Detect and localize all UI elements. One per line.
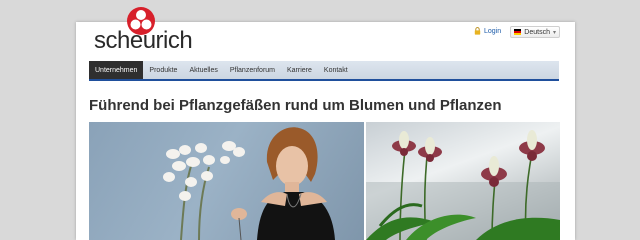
login-label: Login [484, 27, 502, 35]
nav-item-pflanzenforum[interactable]: Pflanzenforum [224, 61, 281, 79]
chevron-down-icon: ▾ [552, 29, 556, 36]
orchid-illustration [366, 130, 560, 240]
page-container: scheurich Login Deutsch ▾ Unternehmen Pr… [76, 7, 575, 240]
nav-item-karriere[interactable]: Karriere [281, 61, 318, 79]
hero-image-illustration [163, 127, 335, 240]
nav-item-produkte[interactable]: Produkte [143, 61, 183, 79]
main-nav: Unternehmen Produkte Aktuelles Pflanzenf… [89, 61, 559, 81]
page-headline: Führend bei Pflanzgefäßen rund um Blumen… [89, 97, 502, 114]
login-link[interactable]: Login [474, 27, 501, 35]
brand-logo-text[interactable]: scheurich [94, 27, 193, 55]
hero-image-orchids [366, 122, 560, 240]
lock-icon [474, 27, 481, 35]
nav-item-aktuelles[interactable]: Aktuelles [183, 61, 223, 79]
language-label: Deutsch [524, 28, 550, 36]
nav-item-kontakt[interactable]: Kontakt [318, 61, 354, 79]
german-flag-icon [514, 29, 522, 35]
hero-image-woman-orchids [89, 122, 364, 240]
language-select[interactable]: Deutsch ▾ [510, 26, 560, 38]
nav-item-unternehmen[interactable]: Unternehmen [89, 61, 144, 79]
